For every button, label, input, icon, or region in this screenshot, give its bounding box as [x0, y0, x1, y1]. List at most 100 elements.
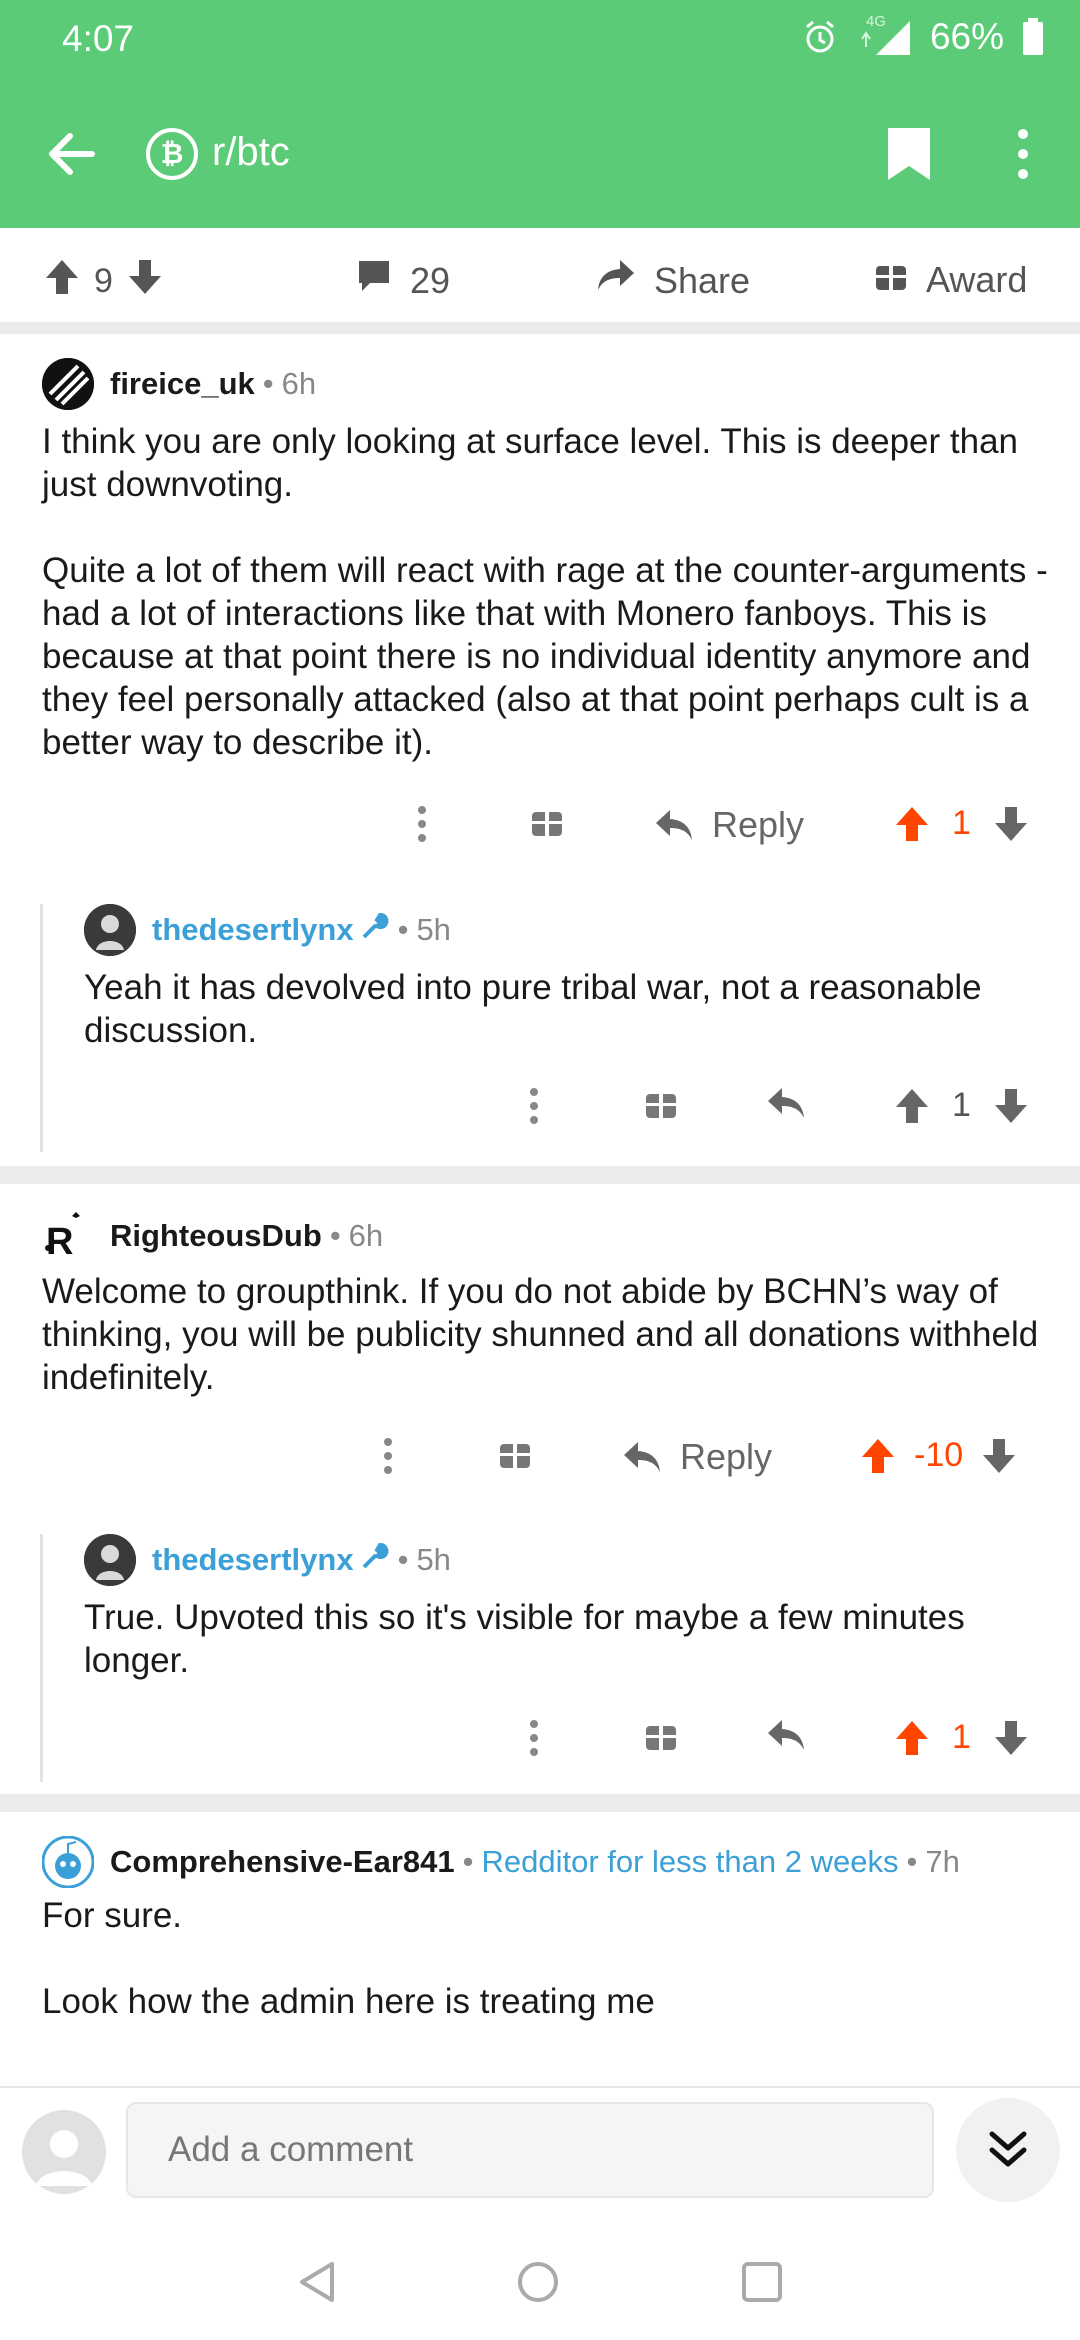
battery-icon: [1022, 18, 1044, 56]
avatar[interactable]: [41, 1835, 95, 1889]
upvote-icon: [896, 806, 928, 841]
status-bar: 4:07 4G 66%: [0, 0, 1080, 80]
comment-author[interactable]: thedesertlynx: [152, 912, 354, 948]
bookmark-icon[interactable]: [886, 126, 932, 187]
comment-author[interactable]: thedesertlynx: [152, 1542, 354, 1578]
comment-bubble-icon: [356, 258, 392, 303]
gift-icon[interactable]: [644, 1718, 678, 1752]
comment-age: 6h: [348, 1218, 384, 1253]
post-vote-controls: 9: [44, 258, 163, 305]
share-button[interactable]: Share: [596, 258, 750, 303]
system-navigation-bar: [0, 2220, 1080, 2340]
reply-arrow-icon: [624, 1442, 660, 1472]
comment-header: fireice_uk • 6h: [42, 358, 316, 410]
comment-vote-controls: 1: [894, 1718, 1029, 1757]
divider: [0, 2086, 1080, 2088]
add-comment-input[interactable]: Add a comment: [126, 2102, 934, 2198]
comment-author[interactable]: RighteousDub: [110, 1218, 322, 1254]
back-triangle-icon[interactable]: [296, 2260, 340, 2309]
upvote-icon[interactable]: [44, 258, 80, 305]
comment-paragraph: Look how the admin here is treating me: [42, 1982, 655, 2021]
more-options-icon[interactable]: [524, 1718, 544, 1758]
divider: [0, 1166, 1080, 1184]
comment-actions: 1: [0, 1086, 1080, 1136]
share-label: Share: [654, 259, 751, 301]
recents-square-icon[interactable]: [740, 2260, 784, 2309]
signal-icon: 4G: [856, 13, 912, 57]
comment-paragraph: Welcome to groupthink. If you do not abi…: [42, 1272, 1039, 1397]
gift-icon[interactable]: [530, 804, 564, 838]
comment-vote-controls: 1: [894, 804, 1029, 843]
reply-arrow-icon[interactable]: [766, 1718, 806, 1752]
comment-paragraph: For sure.: [42, 1896, 183, 1935]
comment-age: 6h: [281, 366, 317, 401]
comment-body: True. Upvoted this so it's visible for m…: [84, 1596, 1044, 1682]
svg-text:R: R: [46, 1221, 73, 1262]
comment: R RighteousDub • 6h Welcome to groupthin…: [0, 1184, 1080, 1794]
comment-vote-controls: -10: [860, 1436, 1017, 1475]
back-arrow-icon[interactable]: [44, 128, 96, 185]
comments-button[interactable]: 29: [356, 258, 450, 303]
upvote-icon: [896, 1720, 928, 1755]
avatar[interactable]: [84, 1534, 136, 1586]
avatar[interactable]: [42, 358, 94, 410]
more-options-icon[interactable]: [378, 1436, 398, 1476]
scroll-down-button[interactable]: [956, 2098, 1060, 2202]
comment-header: thedesertlynx • 5h: [84, 904, 451, 956]
comment-paragraph: I think you are only looking at surface …: [42, 422, 1019, 504]
gift-icon[interactable]: [498, 1436, 532, 1470]
separator-dot: •: [462, 1844, 474, 1879]
comment-age: 7h: [925, 1844, 960, 1879]
comment-author[interactable]: fireice_uk: [110, 366, 255, 402]
comment-body: Welcome to groupthink. If you do not abi…: [42, 1270, 1052, 1399]
comment-actions: 1: [0, 1718, 1080, 1768]
downvote-icon: [983, 1438, 1016, 1473]
reply-arrow-icon[interactable]: [766, 1086, 806, 1120]
home-circle-icon[interactable]: [516, 2260, 560, 2309]
avatar[interactable]: R: [42, 1210, 94, 1263]
reply-button[interactable]: Reply: [622, 1436, 772, 1478]
app-header: 4:07 4G 66% ₿ r/btc: [0, 0, 1080, 228]
comment: fireice_uk • 6h I think you are only loo…: [0, 334, 1080, 1164]
double-chevron-down-icon: [989, 2131, 1027, 2167]
comment-age: 5h: [416, 912, 451, 947]
share-arrow-icon: [596, 258, 636, 303]
reply-label: Reply: [712, 804, 805, 845]
award-button[interactable]: Award: [874, 258, 1027, 301]
upvote-icon: [896, 1088, 928, 1123]
toolbar: ₿ r/btc: [0, 110, 1080, 200]
more-options-icon[interactable]: [412, 804, 432, 844]
moderator-wrench-icon: [360, 911, 390, 949]
comment-header: thedesertlynx • 5h: [84, 1534, 451, 1586]
comment-body: Yeah it has devolved into pure tribal wa…: [84, 966, 1044, 1052]
comment-paragraph: True. Upvoted this so it's visible for m…: [84, 1598, 965, 1680]
reply-button[interactable]: Reply: [654, 804, 804, 846]
comment-actions: Reply 1: [0, 804, 1080, 854]
comment-author[interactable]: Comprehensive-Ear841: [110, 1844, 455, 1880]
award-label: Award: [926, 258, 1028, 300]
gift-icon[interactable]: [644, 1086, 678, 1120]
more-options-icon[interactable]: [524, 1086, 544, 1126]
user-flair: Redditor for less than 2 weeks: [481, 1844, 899, 1879]
comment-header: R RighteousDub • 6h: [42, 1210, 384, 1263]
comment-score: -10: [914, 1436, 964, 1474]
comment-paragraph: Quite a lot of them will react with rage…: [42, 551, 1048, 762]
reply-arrow-icon: [656, 810, 692, 840]
downvote-icon[interactable]: [127, 258, 163, 305]
user-avatar[interactable]: [22, 2110, 106, 2194]
more-options-icon[interactable]: [1008, 124, 1038, 189]
comment-score: 1: [952, 1718, 971, 1756]
status-time: 4:07: [62, 18, 135, 59]
separator-dot: •: [906, 1844, 918, 1879]
subreddit-name[interactable]: r/btc: [212, 130, 290, 175]
network-type: 4G: [865, 13, 886, 30]
post-action-bar: 9 29 Share Award: [0, 228, 1080, 328]
avatar[interactable]: [84, 904, 136, 956]
gift-icon: [874, 258, 908, 301]
divider: [0, 322, 1080, 334]
comment: Comprehensive-Ear841 • Redditor for less…: [0, 1812, 1080, 2086]
subreddit-bitcoin-icon[interactable]: ₿: [146, 128, 198, 180]
upvote-icon: [862, 1438, 894, 1473]
divider: [0, 1794, 1080, 1812]
moderator-wrench-icon: [360, 1541, 390, 1579]
